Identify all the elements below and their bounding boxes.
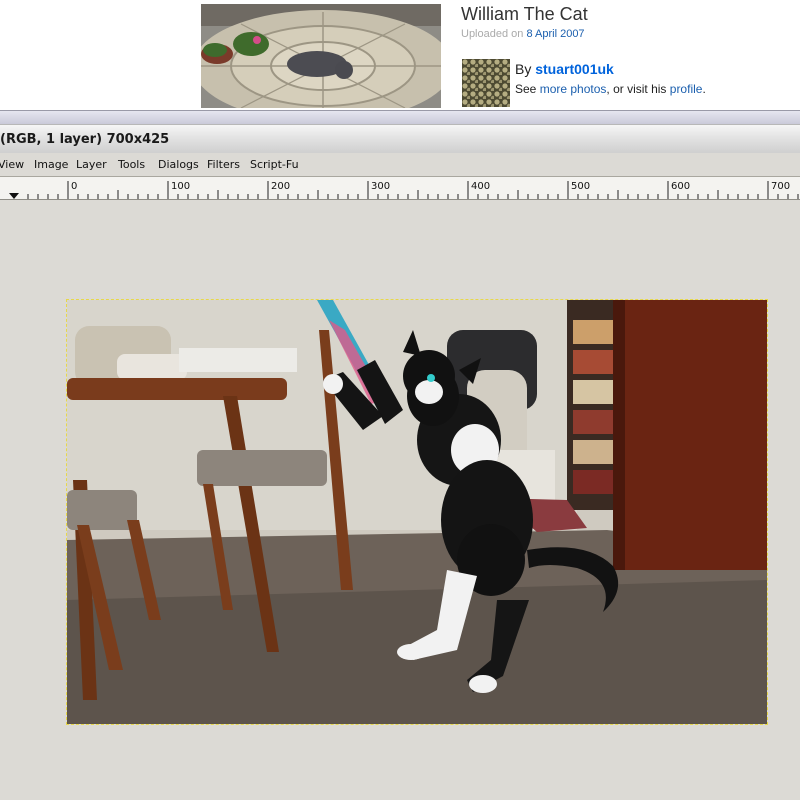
or-visit-text: , or visit his bbox=[606, 82, 667, 96]
menu-image[interactable]: Image bbox=[34, 158, 68, 171]
profile-link[interactable]: profile bbox=[670, 82, 703, 96]
see-label: See bbox=[515, 82, 537, 96]
image-layer-cat-photo[interactable] bbox=[66, 299, 768, 725]
ruler-label: 600 bbox=[671, 181, 690, 192]
triangle-down-icon bbox=[9, 193, 19, 199]
menu-dialogs[interactable]: Dialogs bbox=[158, 158, 199, 171]
gimp-titlebar[interactable]: (RGB, 1 layer) 700x425 bbox=[0, 124, 800, 154]
ruler-label: 700 bbox=[771, 181, 790, 192]
ruler-label: 500 bbox=[571, 181, 590, 192]
upload-date-link[interactable]: 8 April 2007 bbox=[526, 28, 584, 40]
menu-tools[interactable]: Tools bbox=[118, 158, 145, 171]
window-title: (RGB, 1 layer) 700x425 bbox=[0, 132, 170, 147]
horizontal-ruler[interactable]: 0 100 200 300 400 500 600 700 bbox=[0, 177, 800, 200]
photo-thumbnail[interactable] bbox=[201, 4, 441, 108]
menu-view[interactable]: View bbox=[0, 158, 24, 171]
menu-script-fu[interactable]: Script-Fu bbox=[250, 158, 299, 171]
ruler-ticks: 0 100 200 300 400 500 600 700 bbox=[27, 181, 799, 199]
gimp-menubar: View Image Layer Tools Dialogs Filters S… bbox=[0, 153, 800, 177]
ruler-label: 400 bbox=[471, 181, 490, 192]
by-label: By bbox=[515, 61, 532, 77]
ruler-label: 200 bbox=[271, 181, 290, 192]
owner-line: By stuart001uk bbox=[515, 61, 614, 77]
period-text: . bbox=[702, 82, 706, 96]
photo-page-header: William The Cat Uploaded on 8 April 2007… bbox=[0, 0, 800, 110]
ruler-label: 100 bbox=[171, 181, 190, 192]
menu-layer[interactable]: Layer bbox=[76, 158, 107, 171]
photo-title: William The Cat bbox=[461, 4, 588, 24]
upload-info: Uploaded on 8 April 2007 bbox=[461, 28, 585, 40]
separator bbox=[0, 110, 800, 125]
menu-filters[interactable]: Filters bbox=[207, 158, 240, 171]
ruler-origin[interactable] bbox=[0, 177, 22, 199]
upload-prefix: Uploaded on bbox=[461, 28, 524, 40]
owner-link[interactable]: stuart001uk bbox=[535, 61, 614, 77]
more-photos-link[interactable]: more photos bbox=[540, 82, 607, 96]
visit-line: See more photos, or visit his profile. bbox=[515, 82, 706, 96]
ruler-label: 300 bbox=[371, 181, 390, 192]
owner-avatar[interactable] bbox=[462, 59, 510, 107]
ruler-label: 0 bbox=[71, 181, 77, 192]
